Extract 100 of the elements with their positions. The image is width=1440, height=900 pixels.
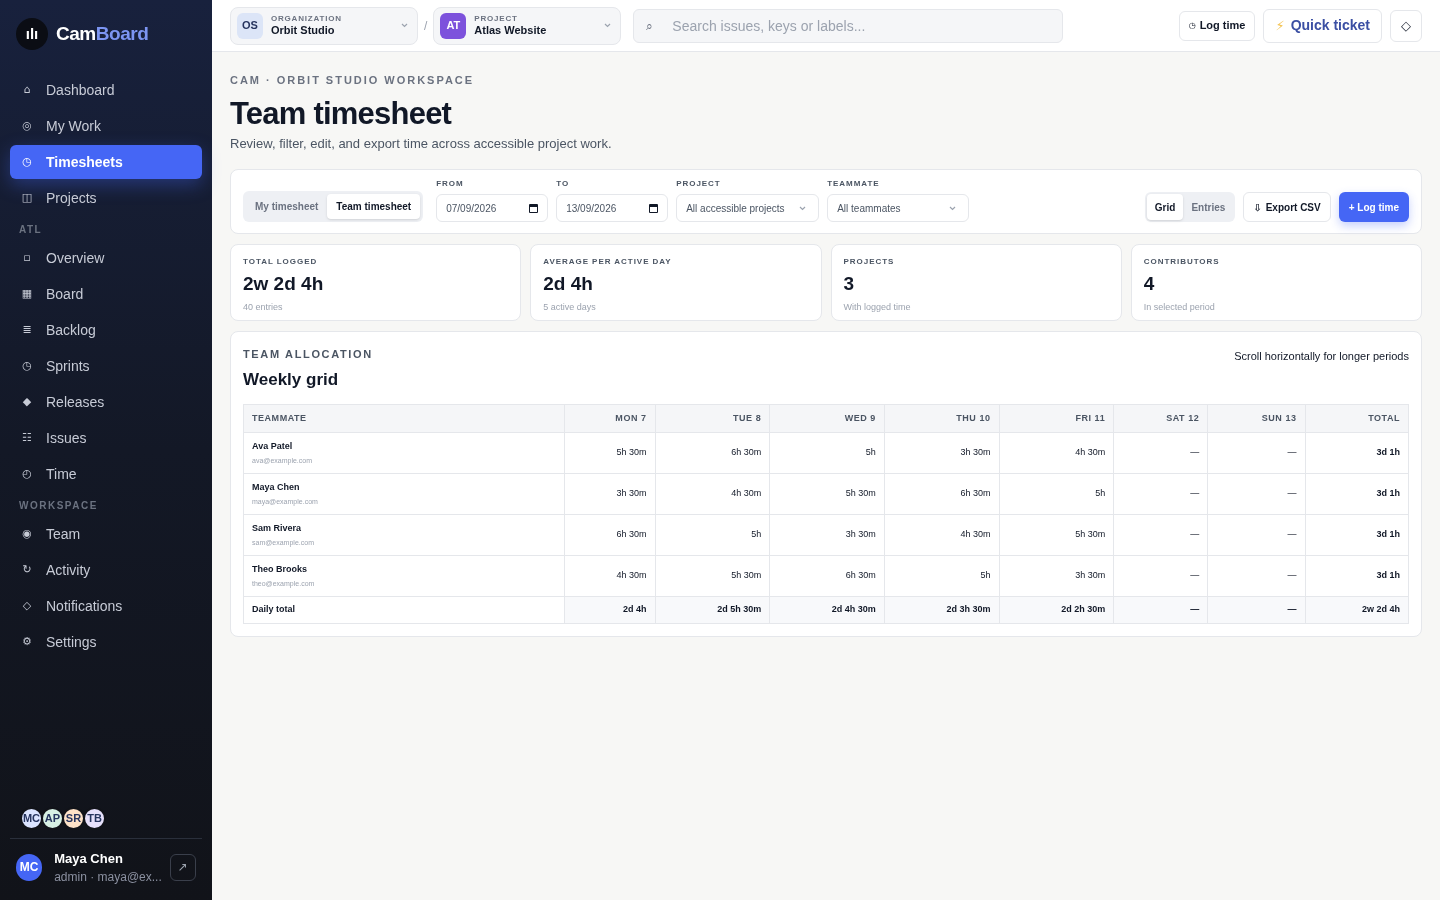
- table-cell: 3h 30m: [769, 514, 885, 556]
- nav-item[interactable]: ◴ Time: [10, 457, 202, 491]
- nav-icon: ◆: [20, 393, 34, 411]
- view-tab[interactable]: Entries: [1183, 194, 1234, 221]
- nav-item[interactable]: ⚙ Settings: [10, 625, 202, 659]
- daily-total: —: [1207, 596, 1306, 624]
- mode-tab[interactable]: My timesheet: [246, 194, 328, 220]
- table-cell: 5h 30m: [999, 514, 1114, 556]
- nav-item[interactable]: ◎ My Work: [10, 109, 202, 143]
- stat-value: 4: [1143, 272, 1156, 297]
- chevron-icon: [401, 23, 408, 28]
- nav-icon: ◇: [20, 597, 34, 615]
- organization-badge: OS: [237, 12, 263, 39]
- chevron-icon: [799, 205, 807, 211]
- table-cell: —: [1207, 473, 1306, 515]
- daily-total: —: [1113, 596, 1208, 624]
- column-header: SAT 12: [1113, 404, 1208, 433]
- user-avatar: MC: [16, 853, 43, 881]
- filter-label: PROJECT: [676, 178, 722, 191]
- nav-icon: ↻: [20, 561, 34, 579]
- nav-item[interactable]: ↻ Activity: [10, 553, 202, 587]
- nav-item[interactable]: ◷ Timesheets: [10, 145, 202, 179]
- daily-total: 2d 2h 30m: [999, 596, 1114, 624]
- user-meta: admin · maya@ex...: [54, 869, 162, 886]
- page-title: Team timesheet: [230, 94, 453, 132]
- nav-item[interactable]: ◆ Releases: [10, 385, 202, 419]
- table-cell: 4h 30m: [564, 555, 656, 597]
- footer-label: Daily total: [243, 596, 565, 624]
- nav-item[interactable]: ◷ Sprints: [10, 349, 202, 383]
- date-field[interactable]: 07/09/2026: [436, 194, 549, 223]
- filter-label: FROM: [436, 178, 465, 191]
- export-csv-button[interactable]: ⇩ Export CSV: [1243, 192, 1331, 223]
- table-cell: 3h 30m: [884, 432, 1000, 474]
- avatar: SR: [62, 806, 85, 830]
- date-field[interactable]: 13/09/2026: [556, 194, 669, 223]
- avatar: TB: [83, 806, 106, 830]
- stat-value: 3: [843, 272, 856, 297]
- column-header: TUE 8: [655, 404, 770, 433]
- nav-icon: ≣: [20, 321, 34, 339]
- daily-total: 2d 4h 30m: [769, 596, 885, 624]
- project-switcher[interactable]: AT PROJECT Atlas Website: [433, 6, 622, 45]
- select-field[interactable]: All teammates: [827, 194, 970, 223]
- nav-item[interactable]: ▦ Board: [10, 277, 202, 311]
- nav-item[interactable]: ◫ Projects: [10, 181, 202, 215]
- teammate-name: Theo Brooks: [252, 563, 308, 577]
- nav-item[interactable]: ≣ Backlog: [10, 313, 202, 347]
- nav-item[interactable]: ◉ Team: [10, 517, 202, 551]
- column-header: TEAMMATE: [243, 404, 565, 433]
- table-cell: 6h 30m: [655, 432, 770, 474]
- nav-item[interactable]: ⌂ Dashboard: [10, 73, 202, 107]
- quick-ticket-button[interactable]: ⚡ Quick ticket: [1263, 8, 1382, 43]
- row-total: 3d 1h: [1305, 514, 1409, 556]
- avatar: MC: [20, 806, 43, 830]
- table-cell: 5h: [655, 514, 770, 556]
- teammate-name: Sam Rivera: [252, 522, 303, 536]
- nav-icon: ⌂: [20, 81, 34, 99]
- table-cell: 3h 30m: [999, 555, 1114, 597]
- lightning-icon: ⚡: [1275, 15, 1285, 36]
- select-field[interactable]: All accessible projects: [676, 194, 820, 223]
- nav-item[interactable]: ▫ Overview: [10, 241, 202, 275]
- table-cell: —: [1207, 432, 1306, 474]
- table-cell: 4h 30m: [884, 514, 1000, 556]
- column-header: MON 7: [564, 404, 656, 433]
- view-tab[interactable]: Grid: [1146, 194, 1184, 221]
- section-title: Weekly grid: [243, 368, 340, 391]
- table-cell: 4h 30m: [655, 473, 770, 515]
- open-profile-button[interactable]: ↗: [169, 853, 196, 881]
- avatar: AP: [41, 806, 64, 830]
- notifications-button[interactable]: ◇: [1390, 9, 1422, 42]
- nav-icon: ▦: [20, 285, 34, 303]
- column-header: FRI 11: [999, 404, 1114, 433]
- clock-icon: ◷: [1188, 19, 1196, 32]
- log-time-button[interactable]: + Log time: [1338, 192, 1409, 223]
- nav-item[interactable]: ◇ Notifications: [10, 589, 202, 623]
- nav-icon: ▫: [20, 249, 34, 267]
- table-cell: 5h 30m: [655, 555, 770, 597]
- mode-tab[interactable]: Team timesheet: [327, 194, 421, 220]
- nav-icon: ◴: [20, 465, 34, 483]
- brand-name: CamBoard: [56, 21, 149, 46]
- stat-note: In selected period: [1143, 300, 1216, 314]
- calendar-icon: [529, 203, 539, 213]
- nav-icon: ☷: [20, 429, 34, 447]
- stat-label: TOTAL LOGGED: [243, 256, 319, 269]
- table-cell: 3h 30m: [564, 473, 656, 515]
- nav-icon: ◫: [20, 189, 34, 207]
- column-header: THU 10: [884, 404, 1000, 433]
- daily-total: 2d 5h 30m: [655, 596, 770, 624]
- page-subtitle: Review, filter, edit, and export time across accessible project work.: [230, 134, 613, 153]
- organization-switcher[interactable]: OS ORGANIZATION Orbit Studio: [230, 6, 418, 45]
- log-time-button[interactable]: ◷ Log time: [1178, 10, 1256, 41]
- table-cell: —: [1113, 432, 1208, 474]
- breadcrumb: CAM · ORBIT STUDIO WORKSPACE: [230, 73, 476, 88]
- row-total: 3d 1h: [1305, 432, 1409, 474]
- table-cell: 5h 30m: [769, 473, 885, 515]
- table-cell: 5h: [769, 432, 885, 474]
- nav-section-heading: WORKSPACE: [18, 499, 99, 513]
- stat-label: AVERAGE PER ACTIVE DAY: [543, 256, 673, 269]
- table-cell: —: [1113, 514, 1208, 556]
- nav-icon: ⚙: [20, 633, 34, 651]
- nav-item[interactable]: ☷ Issues: [10, 421, 202, 455]
